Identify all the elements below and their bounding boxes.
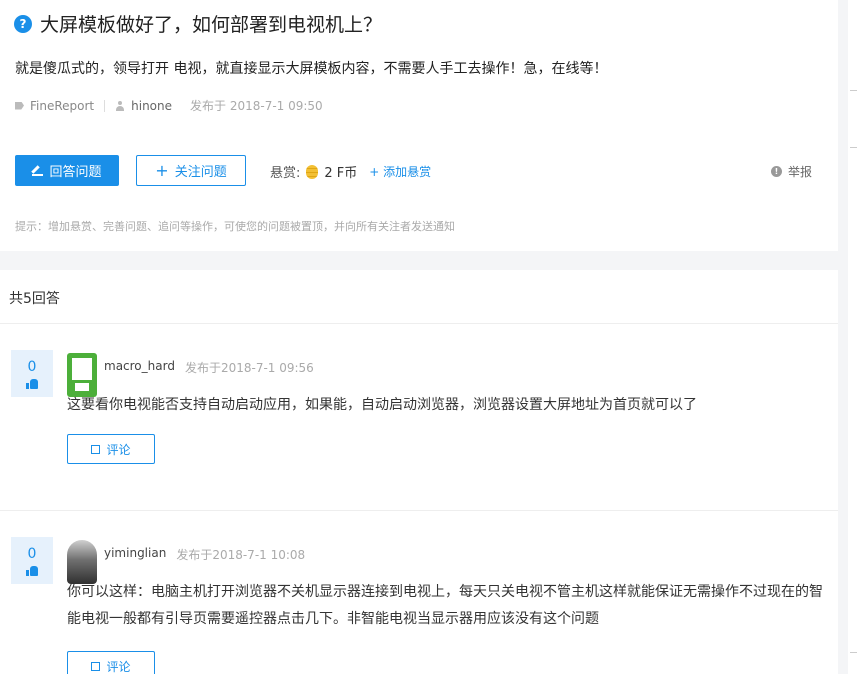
vote-button[interactable]: 0: [11, 350, 53, 397]
answers-count: 共5回答: [9, 291, 60, 307]
answers-card: 共5回答 0 macro_hard 发布于2018-7-1 09:56 这要看你…: [0, 270, 838, 674]
vote-count: 0: [27, 358, 37, 375]
comment-label: 评论: [106, 659, 131, 674]
edit-icon: [91, 444, 101, 454]
report-button[interactable]: ! 举报: [771, 163, 812, 180]
question-time: 发布于 2018-7-1 09:50: [190, 99, 323, 113]
question-title-row: ? 大屏模板做好了，如何部署到电视机上？: [14, 10, 382, 37]
reward-value: 2 F币: [324, 166, 358, 181]
question-title: 大屏模板做好了，如何部署到电视机上？: [40, 14, 383, 36]
divider: [850, 652, 857, 653]
question-tag[interactable]: FineReport: [30, 99, 94, 113]
answer-meta: macro_hard 发布于2018-7-1 09:56: [104, 359, 314, 376]
right-sidebar-edge: [848, 0, 857, 674]
avatar[interactable]: [67, 353, 97, 397]
answer-author[interactable]: macro_hard: [104, 359, 175, 376]
question-card: ? 大屏模板做好了，如何部署到电视机上？ 就是傻瓜式的，领导打开 电视，就直接显…: [0, 0, 838, 251]
divider: [850, 147, 857, 148]
answer-meta: yiminglian 发布于2018-7-1 10:08: [104, 546, 305, 563]
answer-question-button[interactable]: 回答问题: [15, 155, 119, 186]
answer-text: 你可以这样：电脑主机打开浏览器不关机显示器连接到电视上，每天只关电视不管主机这样…: [67, 584, 823, 627]
report-label: 举报: [788, 165, 813, 179]
answer-time: 发布于2018-7-1 09:56: [184, 361, 314, 375]
answer-text: 这要看你电视能否支持自动启动应用，如果能，自动启动浏览器，浏览器设置大屏地址为首…: [67, 397, 697, 413]
thumbs-up-icon: [26, 565, 38, 576]
follow-question-button[interactable]: + 关注问题: [136, 155, 246, 186]
reward: 悬赏: 2 F币 + 添加悬赏: [270, 162, 431, 181]
question-meta: FineReport hinone 发布于 2018-7-1 09:50: [15, 97, 323, 114]
reward-label: 悬赏:: [270, 166, 301, 181]
question-author[interactable]: hinone: [131, 99, 172, 113]
hint-text: 提示：增加悬赏、完善问题、追问等操作，可使您的问题被置顶，并向所有关注者发送通知: [15, 220, 455, 233]
alert-icon: !: [771, 166, 782, 177]
divider: [0, 323, 838, 324]
question-body: 就是傻瓜式的，领导打开 电视，就直接显示大屏模板内容，不需要人手工去操作！急，在…: [15, 61, 608, 77]
answer-time: 发布于2018-7-1 10:08: [176, 548, 306, 562]
thumbs-up-icon: [26, 378, 38, 389]
comment-button[interactable]: 评论: [67, 434, 155, 464]
answer-author[interactable]: yiminglian: [104, 546, 166, 563]
comment-label: 评论: [106, 442, 131, 457]
coin-icon: [306, 164, 319, 179]
follow-question-label: 关注问题: [174, 165, 227, 180]
avatar[interactable]: [67, 540, 97, 584]
comment-button[interactable]: 评论: [67, 651, 155, 674]
divider: [850, 90, 857, 91]
edit-icon: [91, 661, 101, 671]
add-reward-link[interactable]: + 添加悬赏: [369, 163, 431, 180]
user-icon: [115, 100, 125, 111]
plus-icon: +: [155, 160, 169, 180]
question-icon: ?: [14, 14, 32, 33]
divider: [0, 510, 838, 511]
vote-button[interactable]: 0: [11, 537, 53, 584]
answer-question-label: 回答问题: [49, 165, 102, 180]
vote-count: 0: [27, 545, 37, 562]
tag-icon: [15, 101, 24, 110]
divider: [104, 99, 106, 112]
pen-icon: [32, 165, 44, 176]
